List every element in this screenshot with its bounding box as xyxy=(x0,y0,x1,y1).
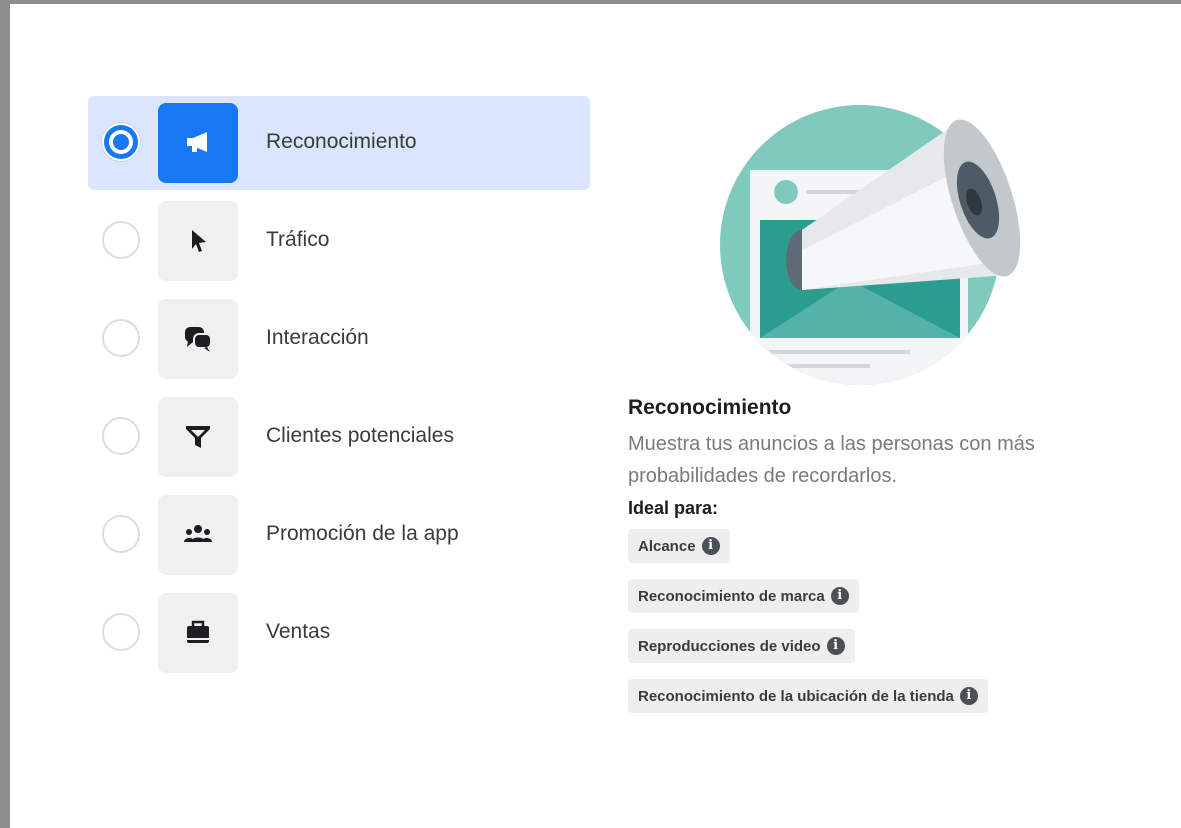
radio-button[interactable] xyxy=(102,319,140,357)
info-icon[interactable]: i xyxy=(830,587,849,605)
tag-reconocimiento-marca: Reconocimiento de marca i xyxy=(628,579,859,613)
objective-option-reconocimiento[interactable]: Reconocimiento xyxy=(88,96,590,190)
tag-label: Reconocimiento de marca xyxy=(638,587,825,605)
tag-alcance: Alcance i xyxy=(628,529,730,563)
option-label: Interacción xyxy=(266,326,369,349)
objective-option-promocion-app[interactable]: Promoción de la app xyxy=(88,488,590,582)
option-label: Clientes potenciales xyxy=(266,424,454,447)
megaphone-illustration xyxy=(710,100,1030,400)
ideal-for-tags: Alcance i Reconocimiento de marca i Repr… xyxy=(628,529,1128,729)
radio-button[interactable] xyxy=(102,221,140,259)
info-icon[interactable]: i xyxy=(701,537,720,555)
option-label: Reconocimiento xyxy=(266,130,417,153)
people-icon xyxy=(158,495,238,575)
tag-reconocimiento-ubicacion-tienda: Reconocimiento de la ubicación de la tie… xyxy=(628,679,988,713)
detail-title: Reconocimiento xyxy=(628,396,792,419)
filter-icon xyxy=(158,397,238,477)
info-icon[interactable]: i xyxy=(826,637,845,655)
radio-button[interactable] xyxy=(102,417,140,455)
option-label: Ventas xyxy=(266,620,331,643)
objective-option-trafico[interactable]: Tráfico xyxy=(88,194,590,288)
objective-detail: Reconocimiento Muestra tus anuncios a la… xyxy=(628,396,1128,729)
option-label: Promoción de la app xyxy=(266,522,459,545)
objective-list: Reconocimiento Tráfico Interacción Clien… xyxy=(88,96,590,684)
info-icon[interactable]: i xyxy=(959,687,978,705)
radio-button[interactable] xyxy=(102,123,140,161)
objective-panel: Reconocimiento Tráfico Interacción Clien… xyxy=(10,4,1181,828)
tag-label: Reconocimiento de la ubicación de la tie… xyxy=(638,687,954,705)
detail-description: Muestra tus anuncios a las personas con … xyxy=(628,433,1035,487)
shopping-bag-icon xyxy=(158,593,238,673)
tag-label: Reproducciones de video xyxy=(638,637,821,655)
tag-label: Alcance xyxy=(638,537,696,555)
megaphone-icon xyxy=(158,103,238,183)
tag-reproducciones-video: Reproducciones de video i xyxy=(628,629,855,663)
chat-bubbles-icon xyxy=(158,299,238,379)
objective-option-interaccion[interactable]: Interacción xyxy=(88,292,590,386)
radio-button[interactable] xyxy=(102,515,140,553)
radio-button[interactable] xyxy=(102,613,140,651)
objective-option-ventas[interactable]: Ventas xyxy=(88,586,590,680)
option-label: Tráfico xyxy=(266,228,330,251)
ideal-for-label: Ideal para: xyxy=(628,498,719,518)
objective-option-clientes-potenciales[interactable]: Clientes potenciales xyxy=(88,390,590,484)
cursor-icon xyxy=(158,201,238,281)
